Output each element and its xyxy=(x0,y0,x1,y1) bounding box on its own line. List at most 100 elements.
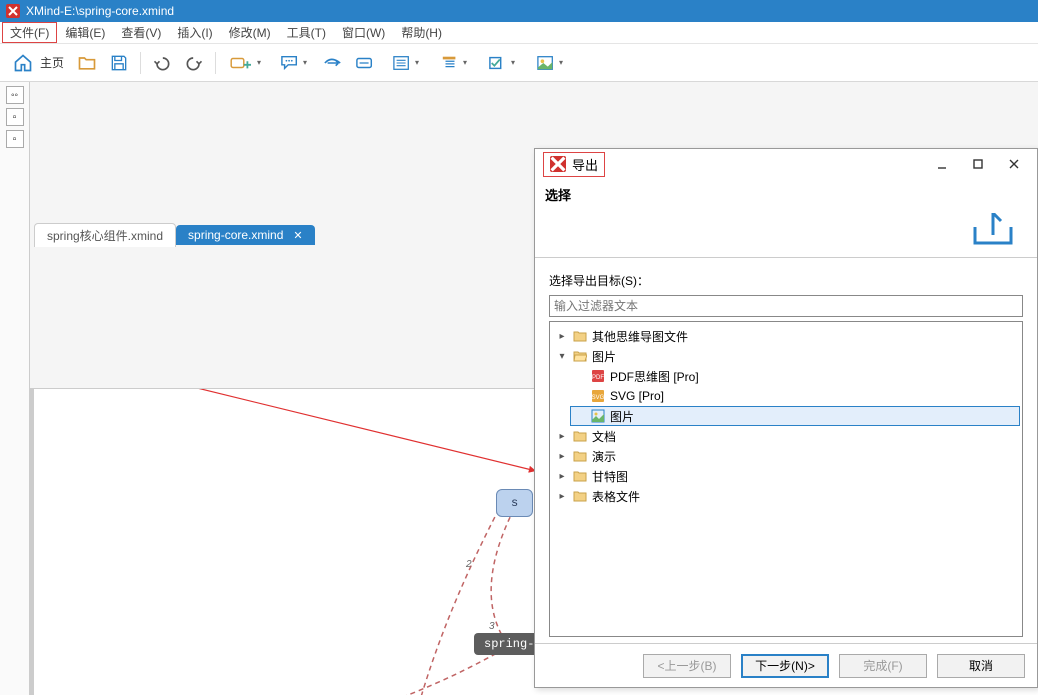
list-button[interactable]: ▾ xyxy=(382,49,428,77)
menu-window[interactable]: 窗口(W) xyxy=(334,22,393,43)
expand-icon[interactable]: ▸ xyxy=(556,431,568,442)
back-button: <上一步(B) xyxy=(643,654,731,678)
left-gutter: ◦◦ ▫ ▫ xyxy=(0,82,30,695)
tree-label: 图片 xyxy=(610,408,634,425)
chevron-down-icon: ▾ xyxy=(559,58,563,67)
menu-insert[interactable]: 插入(I) xyxy=(169,22,220,43)
menu-bar: 文件(F) 编辑(E) 查看(V) 插入(I) 修改(M) 工具(T) 窗口(W… xyxy=(0,22,1038,44)
tab-close-icon[interactable]: ✕ xyxy=(293,229,302,242)
link-button[interactable] xyxy=(318,49,348,77)
add-topic-button[interactable]: ▾ xyxy=(222,49,268,77)
file-path: E:\spring-core.xmind xyxy=(64,4,174,18)
dialog-title-bar[interactable]: 导出 xyxy=(535,149,1037,179)
toolbar-sep-2 xyxy=(215,52,216,74)
export-icon xyxy=(969,213,1017,252)
tree-label: 甘特图 xyxy=(592,468,628,485)
task-button[interactable]: ▾ xyxy=(478,49,524,77)
gutter-btn-2[interactable]: ▫ xyxy=(6,108,24,126)
edge-label-3a: 3 xyxy=(489,621,495,632)
tree-image-folder[interactable]: ▾ 图片 xyxy=(552,346,1020,366)
label-button[interactable] xyxy=(350,49,380,77)
open-button[interactable] xyxy=(72,49,102,77)
collapse-icon[interactable]: ▾ xyxy=(556,351,568,362)
tree-label: 表格文件 xyxy=(592,488,640,505)
tree-label: 图片 xyxy=(592,348,616,365)
filter-input[interactable] xyxy=(549,295,1023,317)
tab-inactive[interactable]: spring核心组件.xmind xyxy=(34,223,176,247)
title-bar: XMind - E:\spring-core.xmind xyxy=(0,0,1038,22)
pdf-icon: PDF xyxy=(590,368,606,384)
export-tree[interactable]: ▸ 其他思维导图文件 ▾ 图片 PDF PDF思维图 [Pro] SVG SVG xyxy=(549,321,1023,637)
gutter-btn-1[interactable]: ◦◦ xyxy=(6,86,24,104)
expand-icon[interactable]: ▸ xyxy=(556,491,568,502)
finish-button: 完成(F) xyxy=(839,654,927,678)
chevron-down-icon: ▾ xyxy=(463,58,467,67)
chevron-down-icon: ▾ xyxy=(415,58,419,67)
image-file-icon xyxy=(590,408,606,424)
chevron-down-icon: ▾ xyxy=(511,58,515,67)
tree-presentation[interactable]: ▸ 演示 xyxy=(552,446,1020,466)
expand-icon[interactable]: ▸ xyxy=(556,471,568,482)
tree-label: PDF思维图 [Pro] xyxy=(610,368,699,385)
redo-button[interactable] xyxy=(179,49,209,77)
folder-icon xyxy=(572,488,588,504)
chevron-down-icon: ▾ xyxy=(303,58,307,67)
minimize-button[interactable] xyxy=(927,152,957,176)
cancel-button[interactable]: 取消 xyxy=(937,654,1025,678)
toolbar-sep-1 xyxy=(140,52,141,74)
marker-button[interactable]: ▾ xyxy=(430,49,476,77)
menu-tools[interactable]: 工具(T) xyxy=(279,22,334,43)
menu-file[interactable]: 文件(F) xyxy=(2,22,57,43)
dialog-body: 选择导出目标(S)： ▸ 其他思维导图文件 ▾ 图片 PDF PDF思维图 [P… xyxy=(535,258,1037,643)
close-button[interactable] xyxy=(999,152,1029,176)
tree-label: 演示 xyxy=(592,448,616,465)
tree-svg[interactable]: SVG SVG [Pro] xyxy=(570,386,1020,406)
home-button[interactable] xyxy=(8,49,38,77)
next-button[interactable]: 下一步(N)> xyxy=(741,654,829,678)
maximize-button[interactable] xyxy=(963,152,993,176)
tab-active[interactable]: spring-core.xmind ✕ xyxy=(176,225,315,245)
folder-open-icon xyxy=(572,348,588,364)
undo-button[interactable] xyxy=(147,49,177,77)
export-dialog: 导出 选择 选择导出目标(S)： ▸ 其他思维导图文件 ▾ 图片 xyxy=(534,148,1038,688)
tree-label: 其他思维导图文件 xyxy=(592,328,688,345)
tree-label: SVG [Pro] xyxy=(610,389,664,403)
svg-text:PDF: PDF xyxy=(592,375,604,381)
dialog-banner xyxy=(535,208,1037,258)
comment-button[interactable]: ▾ xyxy=(270,49,316,77)
folder-icon xyxy=(572,328,588,344)
tree-document[interactable]: ▸ 文档 xyxy=(552,426,1020,446)
folder-icon xyxy=(572,448,588,464)
menu-view[interactable]: 查看(V) xyxy=(113,22,169,43)
expand-icon[interactable]: ▸ xyxy=(556,451,568,462)
svg-icon: SVG xyxy=(590,388,606,404)
expand-icon[interactable]: ▸ xyxy=(556,331,568,342)
image-button[interactable]: ▾ xyxy=(526,49,572,77)
menu-edit[interactable]: 编辑(E) xyxy=(57,22,113,43)
save-button[interactable] xyxy=(104,49,134,77)
gutter-btn-3[interactable]: ▫ xyxy=(6,130,24,148)
dialog-footer: <上一步(B) 下一步(N)> 完成(F) 取消 xyxy=(535,643,1037,687)
menu-modify[interactable]: 修改(M) xyxy=(221,22,279,43)
edge-label-2: 2 xyxy=(466,559,472,570)
app-icon xyxy=(6,4,20,18)
folder-icon xyxy=(572,468,588,484)
tree-gantt[interactable]: ▸ 甘特图 xyxy=(552,466,1020,486)
tab-active-label: spring-core.xmind xyxy=(188,228,283,242)
dialog-app-icon xyxy=(550,156,566,172)
node-root[interactable]: s xyxy=(496,489,533,517)
tree-pdf-mindmap[interactable]: PDF PDF思维图 [Pro] xyxy=(570,366,1020,386)
app-title: XMind xyxy=(26,4,60,18)
chevron-down-icon: ▾ xyxy=(257,58,261,67)
svg-text:SVG: SVG xyxy=(592,395,605,401)
toolbar: 主页 ▾ ▾ ▾ ▾ ▾ ▾ xyxy=(0,44,1038,82)
tree-other-mindmap[interactable]: ▸ 其他思维导图文件 xyxy=(552,326,1020,346)
menu-help[interactable]: 帮助(H) xyxy=(393,22,450,43)
home-label: 主页 xyxy=(40,54,64,71)
tree-spreadsheet[interactable]: ▸ 表格文件 xyxy=(552,486,1020,506)
dialog-title: 导出 xyxy=(572,155,598,174)
folder-icon xyxy=(572,428,588,444)
target-label: 选择导出目标(S)： xyxy=(549,272,1023,289)
tree-image-item[interactable]: 图片 xyxy=(570,406,1020,426)
tree-label: 文档 xyxy=(592,428,616,445)
